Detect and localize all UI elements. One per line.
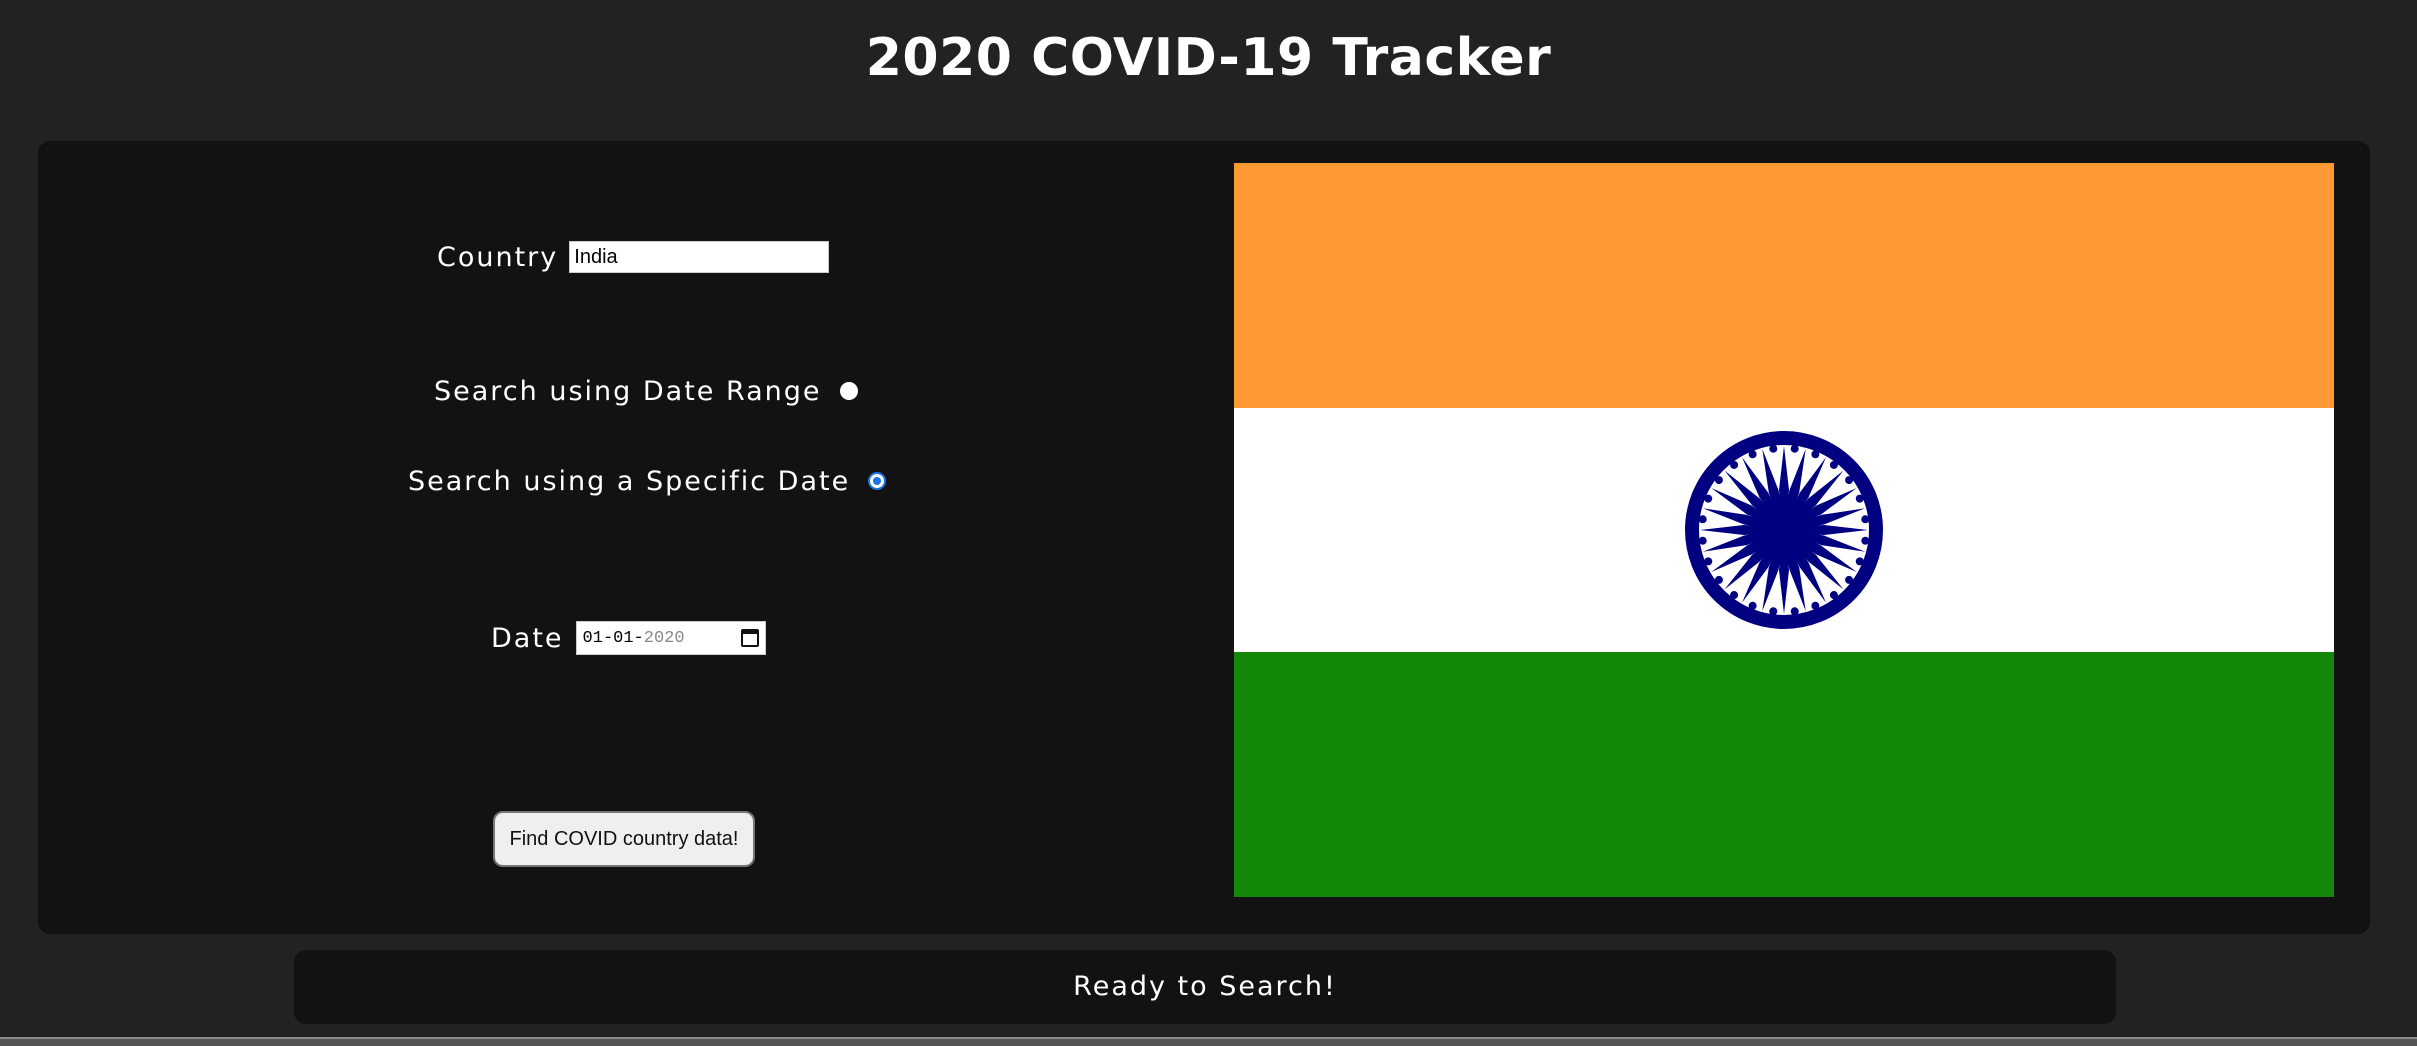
page: 2020 COVID-19 Tracker Country Search usi… [0,0,2417,1046]
flag-saffron-stripe [1234,163,2334,408]
country-row: Country [437,233,830,281]
date-year: 2020 [643,628,685,648]
chakra-rim-dot [1714,575,1723,584]
specific-date-radio[interactable] [868,472,887,490]
chakra-rim-dot [1811,450,1820,459]
chakra-rim-dot [1698,515,1707,524]
search-panel: Country Search using Date Range Search u… [38,141,2370,934]
chakra-rim-dot [1714,476,1723,485]
flag-green-stripe [1234,652,2334,897]
chakra-rim-dot [1730,460,1739,469]
date-label: Date [491,622,564,654]
specific-date-option: Search using a Specific Date [408,457,887,505]
country-input[interactable] [569,241,830,273]
chakra-rim-dot [1829,591,1838,600]
chakra-rim-dot [1748,601,1757,610]
specific-date-label: Search using a Specific Date [408,465,851,497]
chakra-rim-dot [1769,444,1778,453]
chakra-rim-dot [1829,460,1838,469]
chakra-rim-dot [1790,607,1799,616]
date-range-label: Search using Date Range [434,375,822,407]
chakra-rim-dot [1769,607,1778,616]
chakra-rim-dot [1704,557,1713,566]
chakra-rim-dot [1861,536,1870,545]
chakra-rim-dot [1811,601,1820,610]
chakra-rim-dot [1748,450,1757,459]
chakra-rim-dot [1730,591,1739,600]
page-title: 2020 COVID-19 Tracker [865,28,1552,88]
date-range-radio[interactable] [839,382,858,400]
date-day-month: 01-01- [582,628,644,648]
ashoka-chakra-icon [1685,431,1883,629]
calendar-icon[interactable] [740,629,759,647]
date-range-option: Search using Date Range [434,367,858,415]
status-message: Ready to Search! [294,950,2116,1024]
country-label: Country [437,241,559,273]
chakra-rim-dot [1698,536,1707,545]
chakra-rim-dot [1855,557,1864,566]
chakra-rim-dot [1861,515,1870,524]
chakra-rim-dot [1845,476,1854,485]
bottom-scrollbar [0,1037,2417,1046]
chakra-rim-dot [1704,494,1713,503]
find-covid-data-button[interactable]: Find COVID country data! [493,811,755,867]
date-input[interactable]: 01-01- 2020 [575,621,766,655]
date-row: Date 01-01- 2020 [491,614,766,662]
chakra-rim-dot [1790,444,1799,453]
chakra-rim-dot [1855,494,1864,503]
chakra-rim-dot [1845,575,1854,584]
country-flag [1234,163,2334,897]
